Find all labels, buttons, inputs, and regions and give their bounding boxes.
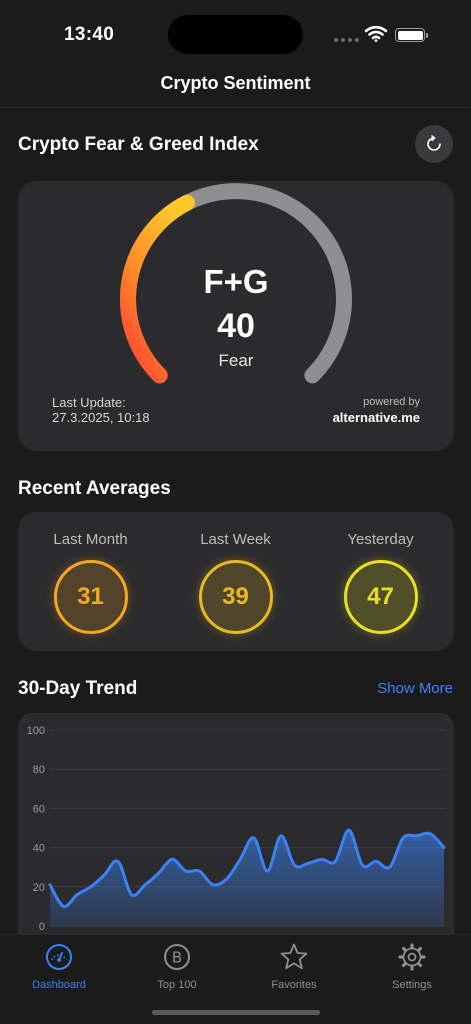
wifi-icon <box>365 25 387 42</box>
tab-dashboard[interactable]: Dashboard <box>0 941 118 991</box>
show-more-link[interactable]: Show More <box>377 680 453 697</box>
y-tick-label: 0 <box>39 921 45 933</box>
averages-section-title: Recent Averages <box>18 478 171 499</box>
last-update: Last Update: 27.3.2025, 10:18 <box>52 395 150 425</box>
dynamic-island <box>168 15 303 54</box>
battery-icon <box>395 28 428 42</box>
tab-label: Top 100 <box>157 979 197 991</box>
trend-section-title: 30-Day Trend <box>18 678 138 699</box>
tab-favorites[interactable]: Favorites <box>235 941 353 991</box>
trend-chart-card: 100 80 60 40 20 0 <box>18 713 454 953</box>
bitcoin-icon: B <box>164 944 190 970</box>
y-tick-label: 20 <box>33 882 45 894</box>
refresh-button[interactable] <box>415 125 453 163</box>
average-label: Yesterday <box>347 531 414 548</box>
average-last-week: Last Week 39 <box>163 512 308 634</box>
last-update-value: 27.3.2025, 10:18 <box>52 410 150 425</box>
gauge-label: F+G <box>203 263 269 300</box>
nav-title: Crypto Sentiment <box>160 73 311 93</box>
average-yesterday: Yesterday 47 <box>308 512 453 634</box>
average-label: Last Month <box>53 531 128 548</box>
source-link[interactable]: alternative.me <box>333 410 420 425</box>
nav-divider <box>0 107 471 108</box>
tab-label: Dashboard <box>32 979 86 991</box>
star-icon <box>280 943 308 970</box>
average-value-circle: 47 <box>343 560 418 634</box>
average-value-circle: 31 <box>53 560 128 634</box>
home-indicator <box>152 1010 320 1015</box>
powered-by: powered by alternative.me <box>333 395 420 425</box>
refresh-icon <box>427 135 441 151</box>
cellular-signal-icon <box>334 38 359 42</box>
y-tick-label: 100 <box>27 725 45 737</box>
average-last-month: Last Month 31 <box>18 512 163 634</box>
gauge-card: F+G 40 Fear Last Update: 27.3.2025, 10:1… <box>18 181 454 451</box>
tab-settings[interactable]: Settings <box>353 941 471 991</box>
average-value-circle: 39 <box>198 560 273 634</box>
index-section-title: Crypto Fear & Greed Index <box>18 134 259 155</box>
average-label: Last Week <box>200 531 271 548</box>
gauge-classification: Fear <box>218 351 254 370</box>
y-tick-label: 60 <box>33 803 45 815</box>
powered-by-label: powered by <box>363 396 420 408</box>
last-update-label: Last Update: <box>52 395 126 410</box>
y-tick-label: 80 <box>33 764 45 776</box>
averages-card: Last Month 31 Last Week 39 Yesterday 47 <box>18 512 454 651</box>
svg-text:B: B <box>172 949 182 967</box>
gauge-icon <box>46 944 72 970</box>
gauge-value: 40 <box>217 307 255 345</box>
tab-top-100[interactable]: B Top 100 <box>118 941 236 991</box>
y-tick-label: 40 <box>33 843 45 855</box>
status-time: 13:40 <box>64 24 115 45</box>
gear-icon <box>398 943 426 971</box>
tab-label: Favorites <box>271 979 317 991</box>
trend-chart: 100 80 60 40 20 0 <box>27 725 446 933</box>
tab-label: Settings <box>392 979 432 991</box>
status-bar: 13:40 <box>0 0 471 62</box>
